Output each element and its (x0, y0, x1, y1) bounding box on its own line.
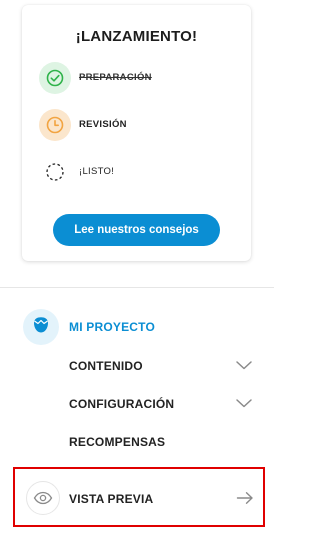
dashed-circle-icon (39, 156, 71, 188)
menu-item-label: RECOMPENSAS (69, 435, 166, 449)
step-ready: ¡LISTO! (39, 156, 239, 188)
launch-title: ¡LANZAMIENTO! (75, 28, 198, 45)
menu-item-content[interactable]: CONTENIDO (69, 354, 259, 378)
arrow-right-icon (236, 491, 254, 510)
preview-label: VISTA PREVIA (69, 492, 154, 506)
eye-icon (26, 481, 60, 515)
chick-icon (30, 314, 52, 341)
read-tips-button[interactable]: Lee nuestros consejos (53, 214, 220, 246)
step-preparation: PREPARACIÓN (39, 62, 239, 94)
clock-icon (39, 109, 71, 141)
menu-item-label: CONTENIDO (69, 359, 143, 373)
chevron-down-icon (235, 396, 253, 414)
menu-item-label: CONFIGURACIÓN (69, 397, 175, 411)
project-title[interactable]: MI PROYECTO (69, 320, 155, 334)
chevron-down-icon (235, 358, 253, 376)
step-label: PREPARACIÓN (79, 72, 152, 83)
project-avatar (23, 309, 59, 345)
preview-item[interactable]: VISTA PREVIA (13, 467, 265, 527)
menu-item-rewards[interactable]: RECOMPENSAS (69, 430, 259, 454)
step-label: ¡LISTO! (79, 166, 115, 177)
divider (0, 287, 274, 288)
check-icon (39, 62, 71, 94)
step-review: REVISIÓN (39, 109, 239, 141)
step-label: REVISIÓN (79, 119, 127, 130)
launch-card: ¡LANZAMIENTO! PREPARACIÓN REVISIÓN ¡LIST… (22, 5, 251, 261)
menu-item-settings[interactable]: CONFIGURACIÓN (69, 392, 259, 416)
